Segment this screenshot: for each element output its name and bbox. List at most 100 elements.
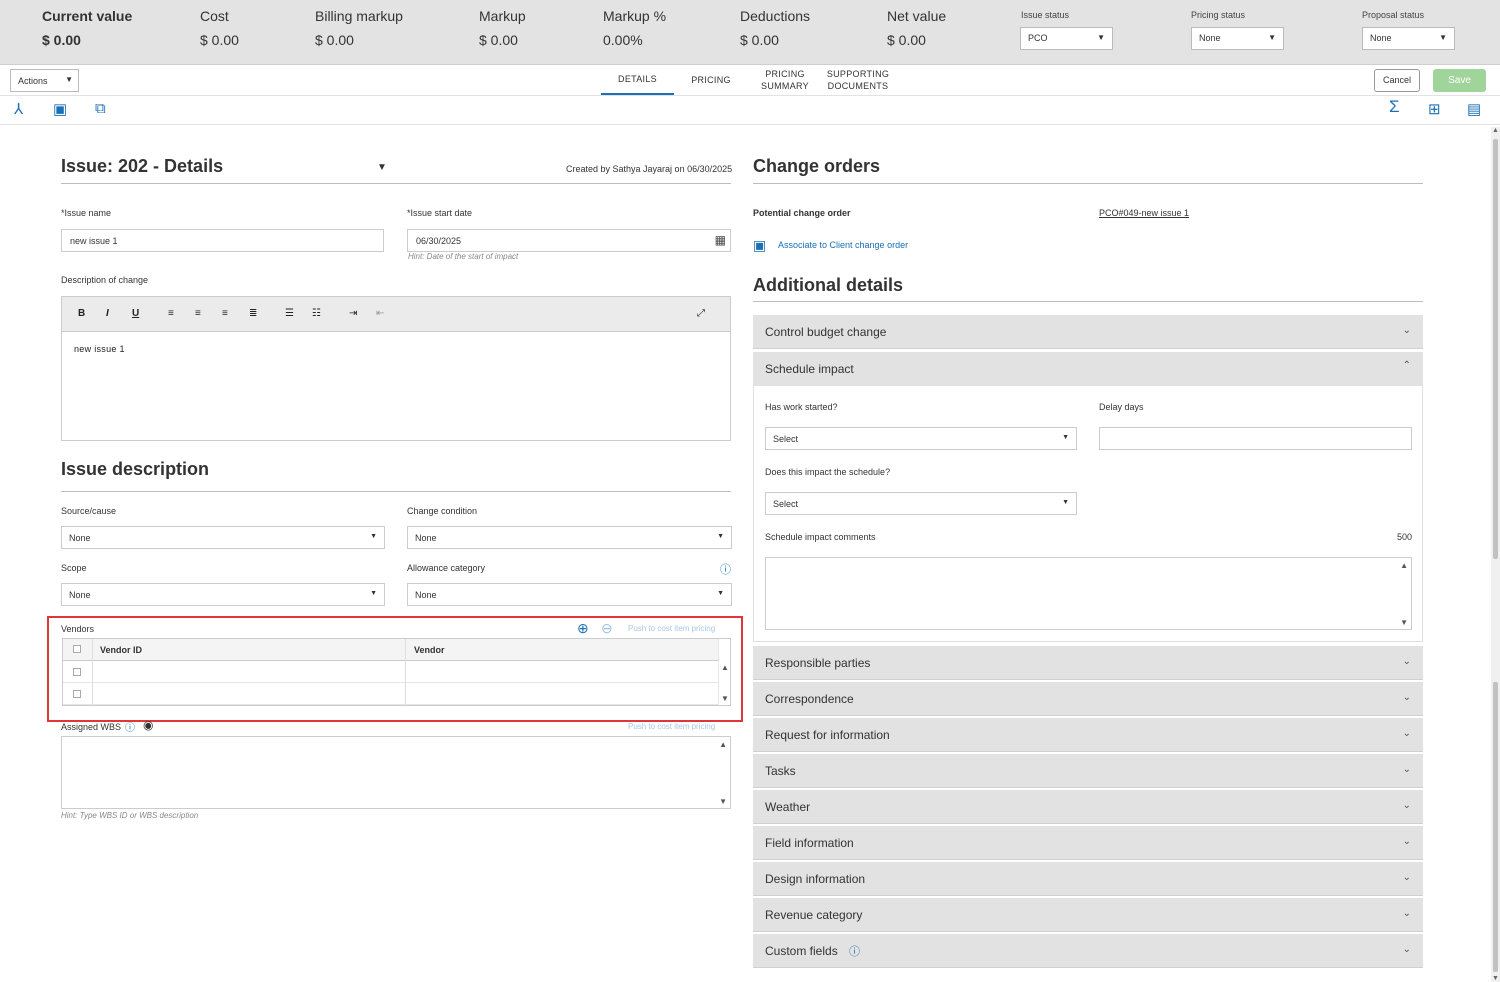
chevron-down-icon: ⌄ [1402, 908, 1411, 919]
work-started-select[interactable]: Select ▼ [765, 427, 1077, 450]
issue-select-caret-icon[interactable]: ▼ [377, 162, 387, 173]
issue-name-input[interactable]: new issue 1 [61, 229, 384, 252]
column-header-vendor[interactable]: Vendor [414, 645, 445, 655]
pricing-status-label: Pricing status [1191, 10, 1246, 20]
frame-icon[interactable]: ▣ [53, 100, 67, 118]
cancel-button[interactable]: Cancel [1374, 69, 1420, 92]
push-to-cost-item-link[interactable]: Push to cost item pricing [628, 624, 715, 633]
schedule-comments-input[interactable]: ▲ ▼ [765, 557, 1412, 630]
eye-icon[interactable]: ◉ [143, 718, 153, 732]
change-condition-select[interactable]: None ▼ [407, 526, 732, 549]
accordion-label: Weather [765, 800, 811, 814]
accordion-field-information[interactable]: Field information ⌄ [753, 826, 1423, 860]
actions-dropdown[interactable]: Actions ▼ [10, 69, 79, 92]
table-scrollbar[interactable]: ▲ ▼ [718, 639, 730, 705]
bullet-list-icon[interactable]: ☰ [285, 308, 294, 319]
accordion-label: Design information [765, 872, 866, 886]
assigned-wbs-input[interactable]: ▲ ▼ [61, 736, 731, 809]
accordion-request-for-information[interactable]: Request for information ⌄ [753, 718, 1423, 752]
issue-start-date-input[interactable]: 06/30/2025 ▦ [407, 229, 731, 252]
allowance-category-select[interactable]: None ▼ [407, 583, 732, 606]
sigma-icon[interactable]: Σ [1389, 97, 1400, 117]
associate-icon[interactable]: ▣ [753, 237, 766, 254]
add-document-icon[interactable]: ⊞ [1428, 100, 1441, 118]
table-row[interactable] [63, 683, 718, 705]
accordion-label: Schedule impact [765, 362, 854, 376]
numbered-list-icon[interactable]: ☷ [312, 308, 321, 319]
impact-schedule-select[interactable]: Select ▼ [765, 492, 1077, 515]
accordion-control-budget-change[interactable]: Control budget change ⌄ [753, 315, 1423, 349]
remove-vendor-icon[interactable]: ⊖ [601, 620, 613, 637]
proposal-status-select[interactable]: None ▼ [1362, 27, 1455, 50]
issue-start-hint: Hint: Date of the start of impact [408, 252, 519, 261]
created-by-text: Created by Sathya Jayaraj on 06/30/2025 [566, 164, 733, 174]
tab-pricing[interactable]: PRICING [686, 68, 736, 86]
accordion-weather[interactable]: Weather ⌄ [753, 790, 1423, 824]
comments-icon[interactable]: ▤ [1467, 100, 1481, 118]
description-editor[interactable]: B I U ≡ ≡ ≡ ≣ ☰ ☷ ⇥ ⇤ ⤢ new issue 1 [61, 296, 731, 441]
editor-toolbar: B I U ≡ ≡ ≡ ≣ ☰ ☷ ⇥ ⇤ ⤢ [62, 297, 730, 332]
source-cause-select[interactable]: None ▼ [61, 526, 385, 549]
page-scrollbar[interactable]: ▲ ▼ [1491, 127, 1500, 982]
delay-days-input[interactable] [1099, 427, 1412, 450]
scroll-thumb[interactable] [1493, 139, 1498, 559]
align-center-icon[interactable]: ≡ [195, 308, 201, 319]
row-checkbox[interactable] [73, 668, 81, 676]
scroll-down-icon[interactable]: ▼ [1492, 975, 1499, 982]
outdent-icon[interactable]: ⇤ [376, 308, 384, 319]
issue-status-select[interactable]: PCO ▼ [1020, 27, 1113, 50]
copy-icon[interactable]: ⧉ [95, 100, 106, 117]
description-text[interactable]: new issue 1 [62, 332, 730, 366]
impact-schedule-value: Select [773, 499, 799, 509]
accordion-custom-fields[interactable]: Custom fields ⓘ ⌄ [753, 934, 1423, 968]
scroll-up-icon[interactable]: ▲ [1400, 561, 1408, 570]
chevron-down-icon: ⌄ [1402, 836, 1411, 847]
info-icon[interactable]: ⓘ [125, 719, 135, 734]
info-icon[interactable]: ⓘ [849, 943, 860, 959]
tab-pricing-summary[interactable]: PRICING SUMMARY [759, 68, 811, 92]
indent-icon[interactable]: ⇥ [349, 308, 357, 319]
calendar-icon[interactable]: ▦ [715, 233, 726, 247]
pco-link[interactable]: PCO#049-new issue 1 [1099, 208, 1189, 218]
expand-icon[interactable]: ⤢ [697, 308, 705, 319]
add-vendor-icon[interactable]: ⊕ [577, 620, 589, 637]
associate-client-change-order-link[interactable]: Associate to Client change order [778, 240, 908, 250]
scroll-thumb[interactable] [1493, 682, 1498, 972]
scroll-down-icon[interactable]: ▼ [1400, 618, 1408, 627]
pricing-status-select[interactable]: None ▼ [1191, 27, 1284, 50]
wbs-push-to-cost-item-link[interactable]: Push to cost item pricing [628, 722, 715, 731]
scope-value: None [69, 590, 91, 600]
italic-icon[interactable]: I [106, 308, 109, 319]
bold-icon[interactable]: B [78, 308, 85, 319]
underline-icon[interactable]: U [132, 308, 139, 319]
select-all-checkbox[interactable] [73, 645, 81, 653]
scroll-up-icon[interactable]: ▲ [719, 740, 727, 749]
change-condition-value: None [415, 533, 437, 543]
column-header-vendor-id[interactable]: Vendor ID [100, 645, 142, 655]
info-icon[interactable]: ⓘ [720, 561, 731, 577]
align-justify-icon[interactable]: ≣ [249, 308, 257, 319]
scroll-up-icon[interactable]: ▲ [721, 663, 729, 672]
scroll-up-icon[interactable]: ▲ [1492, 127, 1499, 134]
tab-supporting-documents[interactable]: SUPPORTING DOCUMENTS [826, 68, 890, 92]
scroll-down-icon[interactable]: ▼ [719, 797, 727, 806]
hierarchy-icon[interactable]: ⅄ [14, 100, 23, 118]
accordion-responsible-parties[interactable]: Responsible parties ⌄ [753, 646, 1423, 680]
row-checkbox[interactable] [73, 690, 81, 698]
align-right-icon[interactable]: ≡ [222, 308, 228, 319]
save-button[interactable]: Save [1433, 69, 1486, 92]
accordion-correspondence[interactable]: Correspondence ⌄ [753, 682, 1423, 716]
change-orders-title: Change orders [753, 156, 881, 176]
accordion-design-information[interactable]: Design information ⌄ [753, 862, 1423, 896]
accordion-schedule-impact[interactable]: Schedule impact ⌃ [753, 352, 1423, 386]
accordion-tasks[interactable]: Tasks ⌄ [753, 754, 1423, 788]
tab-details[interactable]: DETAILS [601, 68, 674, 95]
scope-select[interactable]: None ▼ [61, 583, 385, 606]
align-left-icon[interactable]: ≡ [168, 308, 174, 319]
accordion-revenue-category[interactable]: Revenue category ⌄ [753, 898, 1423, 932]
caret-down-icon: ▼ [717, 590, 724, 597]
accordion-label: Correspondence [765, 692, 854, 706]
table-row[interactable] [63, 661, 718, 683]
scroll-down-icon[interactable]: ▼ [721, 694, 729, 703]
issue-description-title: Issue description [61, 459, 210, 479]
